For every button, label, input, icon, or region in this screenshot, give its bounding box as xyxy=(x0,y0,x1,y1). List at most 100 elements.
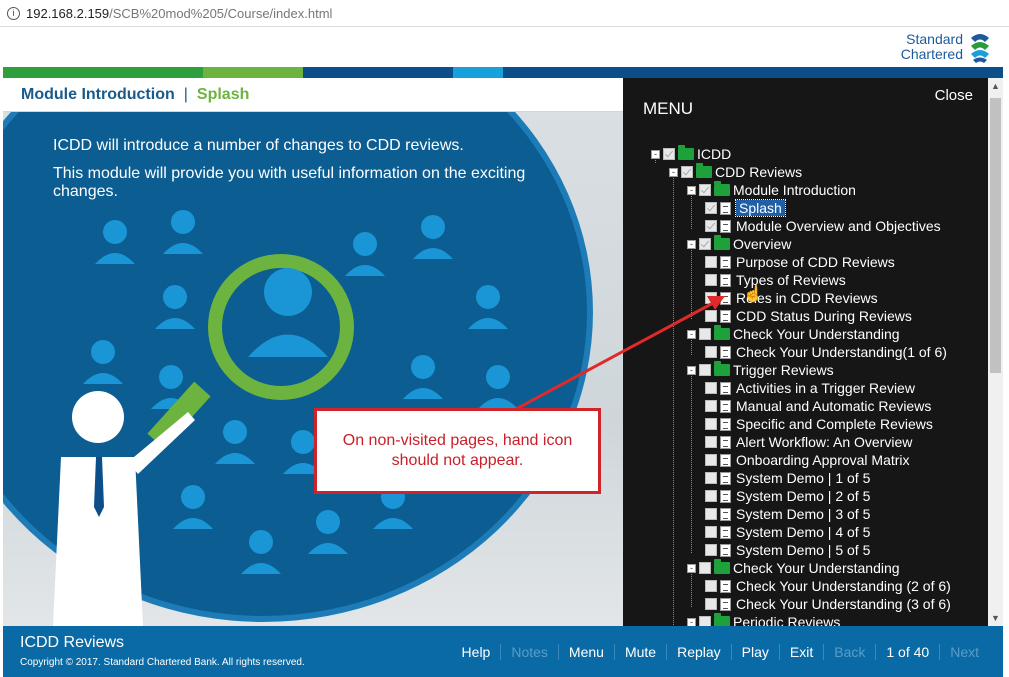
hand-cursor-icon: ☝ xyxy=(743,286,763,303)
breadcrumb-page: Splash xyxy=(196,85,250,103)
menu-item-cyu-folder-2[interactable]: - Check Your Understanding xyxy=(687,559,900,577)
logo-mark-icon xyxy=(967,30,993,64)
next-button[interactable]: Next xyxy=(940,644,989,660)
checkbox-icon xyxy=(699,238,711,250)
checkbox-icon xyxy=(699,328,711,340)
collapse-icon[interactable]: - xyxy=(687,185,696,195)
page-icon xyxy=(720,417,731,431)
menu-item-cdd-status[interactable]: CDD Status During Reviews xyxy=(705,307,912,325)
collapse-icon[interactable]: - xyxy=(669,167,678,177)
page-icon xyxy=(720,309,731,323)
url-host: 192.168.2.159 xyxy=(26,5,110,21)
menu-item-alert-workflow[interactable]: Alert Workflow: An Overview xyxy=(705,433,912,451)
help-button[interactable]: Help xyxy=(452,644,501,660)
play-button[interactable]: Play xyxy=(732,644,779,660)
person-icon xyxy=(163,210,203,254)
collapse-icon[interactable]: - xyxy=(687,329,696,339)
person-icon xyxy=(155,285,195,329)
folder-icon xyxy=(714,181,730,196)
page-icon xyxy=(720,579,731,593)
collapse-icon[interactable]: - xyxy=(651,149,660,159)
menu-item-overview[interactable]: - Overview xyxy=(687,235,791,253)
checkbox-icon xyxy=(705,490,717,502)
checkbox-icon xyxy=(705,400,717,412)
info-icon[interactable]: i xyxy=(7,6,20,20)
page-icon xyxy=(720,525,731,539)
menu-item-cyu-2-of-6[interactable]: Check Your Understanding (2 of 6) xyxy=(705,577,951,595)
checkbox-icon xyxy=(699,616,711,626)
menu-item-system-demo-2[interactable]: System Demo | 2 of 5 xyxy=(705,487,870,505)
person-icon xyxy=(241,530,281,574)
checkbox-icon xyxy=(705,310,717,322)
folder-icon xyxy=(714,613,730,626)
scroll-down-icon[interactable]: ▼ xyxy=(991,613,1000,623)
exit-button[interactable]: Exit xyxy=(780,644,823,660)
checkbox-icon xyxy=(705,292,717,304)
folder-icon xyxy=(714,559,730,574)
checkbox-icon xyxy=(705,472,717,484)
menu-item-types-of-reviews[interactable]: Types of Reviews xyxy=(705,271,846,289)
logo-line1: Standard xyxy=(906,31,963,47)
menu-item-purpose[interactable]: Purpose of CDD Reviews xyxy=(705,253,895,271)
page-icon xyxy=(720,453,731,467)
checkbox-icon xyxy=(705,454,717,466)
page-icon xyxy=(720,399,731,413)
menu-item-onboarding-matrix[interactable]: Onboarding Approval Matrix xyxy=(705,451,910,469)
menu-item-cyu-1-of-6[interactable]: Check Your Understanding(1 of 6) xyxy=(705,343,947,361)
scroll-up-icon[interactable]: ▲ xyxy=(991,81,1000,91)
footer-nav: Help Notes Menu Mute Replay Play Exit Ba… xyxy=(452,644,989,660)
collapse-icon[interactable]: - xyxy=(687,239,696,249)
checkbox-icon xyxy=(705,202,717,214)
page-icon xyxy=(720,201,731,215)
folder-icon xyxy=(696,163,712,178)
checkbox-icon xyxy=(699,364,711,376)
menu-item-system-demo-1[interactable]: System Demo | 1 of 5 xyxy=(705,469,870,487)
background-image: ICDD will introduce a number of changes … xyxy=(3,78,623,626)
replay-button[interactable]: Replay xyxy=(667,644,731,660)
menu-item-specific-complete[interactable]: Specific and Complete Reviews xyxy=(705,415,933,433)
page-counter: 1 of 40 xyxy=(886,644,930,660)
menu-scrollbar[interactable]: ▲ ▼ xyxy=(988,78,1003,626)
collapse-icon[interactable]: - xyxy=(687,617,696,626)
menu-item-icdd[interactable]: - ICDD xyxy=(651,145,731,163)
menu-item-module-introduction[interactable]: - Module Introduction xyxy=(687,181,856,199)
url-path: /SCB%20mod%205/Course/index.html xyxy=(109,5,333,21)
presenter-figure xyxy=(53,391,195,626)
collapse-icon[interactable]: - xyxy=(687,365,696,375)
menu-close-button[interactable]: Close xyxy=(935,87,973,104)
page-icon xyxy=(720,543,731,557)
standard-chartered-logo: Standard Chartered xyxy=(901,30,993,64)
menu-item-cdd-reviews[interactable]: - CDD Reviews xyxy=(669,163,802,181)
menu-item-activities[interactable]: Activities in a Trigger Review xyxy=(705,379,915,397)
menu-item-cyu-3-of-6[interactable]: Check Your Understanding (3 of 6) xyxy=(705,595,951,613)
menu-panel: MENU Close - ICDD - CDD Reviews - Module In… xyxy=(623,78,1003,626)
page-icon xyxy=(720,507,731,521)
menu-item-manual-automatic[interactable]: Manual and Automatic Reviews xyxy=(705,397,931,415)
menu-button[interactable]: Menu xyxy=(559,644,614,660)
mute-button[interactable]: Mute xyxy=(615,644,666,660)
menu-item-system-demo-4[interactable]: System Demo | 4 of 5 xyxy=(705,523,870,541)
folder-icon xyxy=(714,361,730,376)
checkbox-icon xyxy=(705,256,717,268)
page-icon xyxy=(720,381,731,395)
menu-item-cyu-folder-1[interactable]: - Check Your Understanding xyxy=(687,325,900,343)
menu-item-trigger-reviews[interactable]: - Trigger Reviews xyxy=(687,361,834,379)
back-button[interactable]: Back xyxy=(824,644,875,660)
checkbox-icon xyxy=(705,580,717,592)
menu-item-module-overview[interactable]: Module Overview and Objectives xyxy=(705,217,941,235)
person-icon xyxy=(173,485,213,529)
address-bar[interactable]: i 192.168.2.159 /SCB%20mod%205/Course/in… xyxy=(0,0,1009,27)
menu-item-splash[interactable]: Splash xyxy=(705,199,786,217)
page-icon xyxy=(720,345,731,359)
menu-item-periodic-reviews[interactable]: - Periodic Reviews xyxy=(687,613,840,626)
menu-item-system-demo-5[interactable]: System Demo | 5 of 5 xyxy=(705,541,870,559)
checkbox-icon xyxy=(699,562,711,574)
folder-icon xyxy=(714,325,730,340)
scrollbar-thumb[interactable] xyxy=(990,98,1001,373)
checkbox-icon xyxy=(705,382,717,394)
collapse-icon[interactable]: - xyxy=(687,563,696,573)
notes-button[interactable]: Notes xyxy=(501,644,558,660)
menu-item-roles[interactable]: Roles in CDD Reviews xyxy=(705,289,878,307)
checkbox-icon xyxy=(705,220,717,232)
menu-item-system-demo-3[interactable]: System Demo | 3 of 5 xyxy=(705,505,870,523)
